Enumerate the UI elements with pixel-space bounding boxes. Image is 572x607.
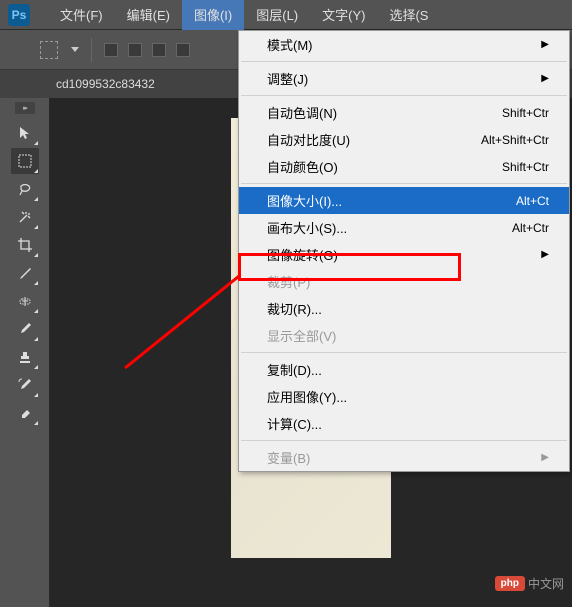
document-tab[interactable]: cd1099532c83432: [56, 77, 155, 91]
menu-auto-color-label: 自动颜色(O): [267, 157, 338, 176]
image-menu-dropdown: 模式(M) ▶ 调整(J) ▶ 自动色调(N) Shift+Ctr 自动对比度(U) A…: [238, 30, 570, 472]
menu-adjustments[interactable]: 调整(J) ▶: [239, 65, 569, 92]
stamp-tool[interactable]: [11, 344, 39, 370]
menu-auto-contrast-label: 自动对比度(U): [267, 130, 350, 149]
crop-tool[interactable]: [11, 232, 39, 258]
menu-text[interactable]: 文字(Y): [310, 0, 377, 30]
menu-mode-label: 模式(M): [267, 35, 313, 54]
menu-edit[interactable]: 编辑(E): [115, 0, 182, 30]
menu-reveal-all: 显示全部(V): [239, 322, 569, 349]
menubar: Ps 文件(F) 编辑(E) 图像(I) 图层(L) 文字(Y) 选择(S: [0, 0, 572, 30]
selection-new-icon[interactable]: [104, 43, 118, 57]
submenu-arrow-icon: ▶: [541, 452, 549, 463]
selection-intersect-icon[interactable]: [176, 43, 190, 57]
menu-image-rotation[interactable]: 图像旋转(G) ▶: [239, 241, 569, 268]
menu-auto-tone-label: 自动色调(N): [267, 103, 337, 122]
menu-crop-label: 裁剪(P): [267, 272, 310, 291]
menu-separator: [241, 352, 567, 353]
marquee-icon[interactable]: [40, 41, 58, 59]
submenu-arrow-icon: ▶: [541, 249, 549, 260]
selection-add-icon[interactable]: [128, 43, 142, 57]
shortcut-label: Shift+Ctr: [502, 106, 549, 120]
shortcut-label: Alt+Shift+Ctr: [481, 133, 549, 147]
menu-separator: [241, 440, 567, 441]
shortcut-label: Shift+Ctr: [502, 160, 549, 174]
eraser-tool[interactable]: [11, 400, 39, 426]
eyedropper-tool[interactable]: [11, 260, 39, 286]
brush-tool[interactable]: [11, 316, 39, 342]
menu-separator: [241, 61, 567, 62]
menu-apply-image[interactable]: 应用图像(Y)...: [239, 383, 569, 410]
menu-mode[interactable]: 模式(M) ▶: [239, 31, 569, 58]
menu-calculations[interactable]: 计算(C)...: [239, 410, 569, 437]
app-logo: Ps: [8, 4, 30, 26]
menu-layer[interactable]: 图层(L): [244, 0, 310, 30]
healing-tool[interactable]: [11, 288, 39, 314]
menu-trim-label: 裁切(R)...: [267, 299, 322, 318]
menu-separator: [241, 95, 567, 96]
separator: [91, 38, 92, 62]
menu-duplicate[interactable]: 复制(D)...: [239, 356, 569, 383]
wand-tool[interactable]: [11, 204, 39, 230]
menu-image-size-label: 图像大小(I)...: [267, 191, 342, 210]
menu-calculations-label: 计算(C)...: [267, 414, 322, 433]
menu-auto-contrast[interactable]: 自动对比度(U) Alt+Shift+Ctr: [239, 126, 569, 153]
menu-reveal-all-label: 显示全部(V): [267, 326, 336, 345]
menu-image-size[interactable]: 图像大小(I)... Alt+Ct: [239, 187, 569, 214]
panel-expand-icon[interactable]: [15, 102, 35, 114]
marquee-tool[interactable]: [11, 148, 39, 174]
submenu-arrow-icon: ▶: [541, 73, 549, 84]
chevron-down-icon[interactable]: [71, 47, 79, 52]
shortcut-label: Alt+Ctr: [512, 221, 549, 235]
watermark-text: 中文网: [528, 575, 564, 592]
selection-subtract-icon[interactable]: [152, 43, 166, 57]
menu-auto-tone[interactable]: 自动色调(N) Shift+Ctr: [239, 99, 569, 126]
watermark: php 中文网: [495, 575, 564, 592]
menu-adjustments-label: 调整(J): [267, 69, 308, 88]
shortcut-label: Alt+Ct: [516, 194, 549, 208]
menu-variables: 变量(B) ▶: [239, 444, 569, 471]
submenu-arrow-icon: ▶: [541, 39, 549, 50]
menu-duplicate-label: 复制(D)...: [267, 360, 322, 379]
tool-panel: [0, 98, 50, 607]
menu-canvas-size[interactable]: 画布大小(S)... Alt+Ctr: [239, 214, 569, 241]
menu-select[interactable]: 选择(S: [377, 0, 440, 30]
watermark-badge: php: [495, 576, 525, 591]
menu-auto-color[interactable]: 自动颜色(O) Shift+Ctr: [239, 153, 569, 180]
menu-file[interactable]: 文件(F): [48, 0, 115, 30]
move-tool[interactable]: [11, 120, 39, 146]
history-brush-tool[interactable]: [11, 372, 39, 398]
menu-image-rotation-label: 图像旋转(G): [267, 245, 338, 264]
menu-image[interactable]: 图像(I): [182, 0, 244, 30]
menu-canvas-size-label: 画布大小(S)...: [267, 218, 347, 237]
menu-crop: 裁剪(P): [239, 268, 569, 295]
menu-trim[interactable]: 裁切(R)...: [239, 295, 569, 322]
menu-separator: [241, 183, 567, 184]
menu-apply-image-label: 应用图像(Y)...: [267, 387, 347, 406]
menu-variables-label: 变量(B): [267, 448, 310, 467]
lasso-tool[interactable]: [11, 176, 39, 202]
